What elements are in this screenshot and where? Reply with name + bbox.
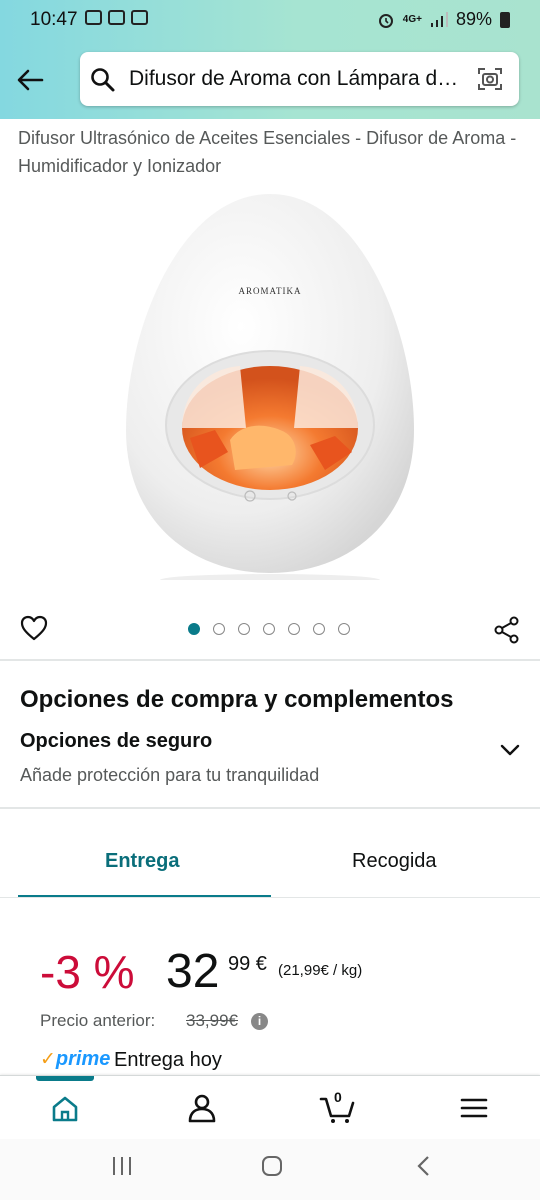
section-divider — [0, 807, 540, 809]
notification-icons — [85, 10, 148, 25]
system-navigation-bar — [0, 1139, 540, 1200]
previous-price-label: Precio anterior: — [40, 1011, 156, 1030]
carousel-dot-3[interactable] — [238, 623, 250, 635]
purchase-options-heading: Opciones de compra y complementos — [20, 686, 454, 713]
share-icon[interactable] — [493, 616, 521, 644]
chevron-down-icon[interactable] — [498, 738, 522, 762]
m-notification-icon — [85, 10, 102, 25]
system-icons: 4G+ 89% — [377, 9, 510, 30]
tab-delivery[interactable]: Entrega — [105, 850, 179, 873]
carousel-dot-5[interactable] — [288, 623, 300, 635]
menu-icon[interactable] — [454, 1090, 494, 1126]
previous-price-value: 33,99€ — [186, 1011, 238, 1030]
cast-notification-icon — [131, 10, 148, 25]
cart-button[interactable]: 0 — [318, 1089, 358, 1126]
search-bar[interactable]: Difusor de Aroma con Lámpara de Sal — [80, 52, 519, 106]
product-image[interactable]: AROMATIKA — [120, 190, 420, 580]
prime-label: prime — [55, 1048, 111, 1070]
back-system-icon[interactable] — [414, 1155, 434, 1177]
battery-text: 89% — [455, 9, 492, 29]
price-fraction: 99 € — [228, 953, 267, 975]
prime-badge: ✓ prime — [40, 1048, 110, 1071]
recent-apps-icon[interactable] — [110, 1155, 134, 1177]
back-arrow-icon[interactable] — [14, 64, 46, 96]
section-divider — [0, 659, 540, 661]
search-input[interactable]: Difusor de Aroma con Lámpara de Sal — [129, 67, 465, 91]
bottom-navigation: 0 — [0, 1075, 540, 1139]
wishlist-heart-icon[interactable] — [20, 615, 48, 641]
battery-icon — [500, 11, 510, 28]
unit-price: (21,99€ / kg) — [278, 962, 363, 979]
brand-label: AROMATIKA — [239, 286, 302, 296]
active-nav-indicator — [36, 1076, 94, 1081]
insurance-options-title[interactable]: Opciones de seguro — [20, 730, 212, 753]
network-type: 4G+ — [402, 14, 422, 25]
status-bar: 10:47 4G+ 89% — [0, 0, 540, 40]
delivery-text: Entrega hoy — [114, 1049, 222, 1071]
header-background: 10:47 4G+ 89% Difusor de Aroma con Lámpa… — [0, 0, 540, 119]
tab-pickup[interactable]: Recogida — [352, 850, 437, 873]
home-icon[interactable] — [45, 1090, 85, 1126]
alarm-icon — [378, 13, 393, 28]
tabs-divider — [0, 897, 540, 898]
discount-percentage: -3 % — [40, 946, 135, 998]
price-whole: 32 — [166, 945, 220, 998]
gallery-notification-icon — [108, 10, 125, 25]
product-title[interactable]: Difusor Ultrasónico de Aceites Esenciale… — [18, 124, 523, 180]
camera-search-icon[interactable] — [477, 66, 503, 92]
home-system-icon[interactable] — [260, 1155, 284, 1177]
carousel-dot-7[interactable] — [338, 623, 350, 635]
status-time: 10:47 — [30, 9, 78, 30]
prime-check-icon: ✓ — [40, 1049, 56, 1070]
signal-icon — [430, 11, 448, 27]
carousel-dot-6[interactable] — [313, 623, 325, 635]
info-icon[interactable]: i — [251, 1013, 268, 1030]
carousel-dot-4[interactable] — [263, 623, 275, 635]
carousel-dot-2[interactable] — [213, 623, 225, 635]
image-carousel-dots[interactable] — [188, 623, 350, 635]
account-icon[interactable] — [182, 1090, 222, 1126]
cart-count: 0 — [334, 1089, 342, 1105]
carousel-dot-1[interactable] — [188, 623, 200, 635]
search-icon — [91, 68, 115, 92]
insurance-options-subtitle: Añade protección para tu tranquilidad — [20, 765, 320, 785]
